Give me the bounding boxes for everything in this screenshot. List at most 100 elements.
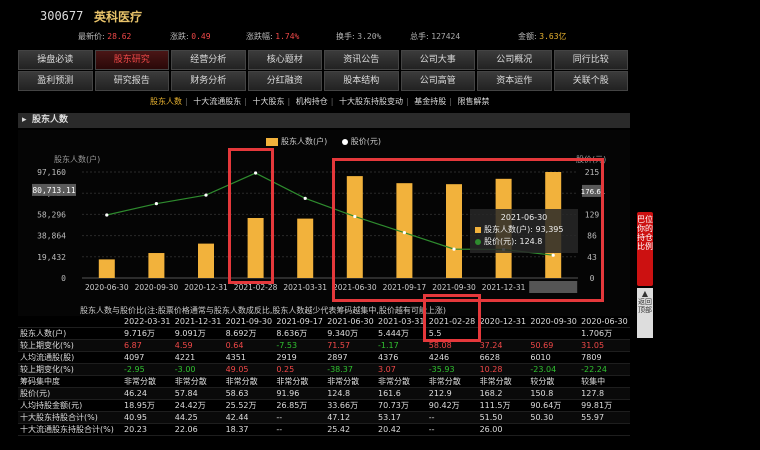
table-row: 人均持股金额(元) 18.95万 24.42万 25.52万 26.85万 33.66万 7… [18, 399, 630, 412]
table-cell: 3.07 [375, 363, 427, 376]
table-cell: 9.340万 [325, 327, 376, 340]
subnav-jigou[interactable]: 机构持仓 [296, 97, 328, 106]
table-cell: -23.04 [528, 363, 580, 376]
sub-nav: 股东人数 | 十大流通股东 | 十大股东 | 机构持仓 | 十大股东持股变动 | 基金持股… [150, 97, 490, 106]
table-cell: 4376 [375, 351, 427, 364]
subnav-gudong-renshu[interactable]: 股东人数 [150, 97, 182, 106]
tab-guanlian[interactable]: 关联个股 [553, 71, 628, 91]
table-cell: -35.93 [426, 363, 478, 376]
tab-jingying[interactable]: 经营分析 [171, 50, 246, 70]
table-cell: 1.706万 [579, 327, 630, 340]
tab-tonghang[interactable]: 同行比较 [553, 50, 628, 70]
row-label: 较上期变化(%) [18, 339, 122, 352]
table-cell: -- [426, 423, 478, 436]
table-cell: 150.8 [528, 387, 580, 400]
turnover-amount: 金额: 3.63亿 [518, 32, 567, 41]
table-header-row: 2022-03-31 2021-12-31 2021-09-30 2021-09-17… [18, 316, 630, 328]
row-label: 十大股东持股合计(%) [18, 411, 122, 424]
table-cell: 161.6 [375, 387, 427, 400]
table-cell: 51.50 [477, 411, 529, 424]
table-cell: 90.42万 [426, 399, 478, 412]
tab-gaikuang[interactable]: 公司概况 [477, 50, 552, 70]
table-row: 人均流通股(股) 4097 4221 4351 2919 2897 4376 4246 6628… [18, 351, 630, 364]
tab-dashi[interactable]: 公司大事 [400, 50, 475, 70]
subnav-shida[interactable]: 十大股东 [253, 97, 285, 106]
table-header-date: 2021-09-17 [274, 316, 326, 328]
table-cell [528, 327, 580, 340]
table-cell: 31.05 [579, 339, 630, 352]
price-change: 涨跌: 0.49 [170, 32, 211, 41]
table-cell: 33.66万 [325, 399, 376, 412]
subnav-xianshou[interactable]: 限售解禁 [458, 97, 490, 106]
tab-yanjiu[interactable]: 研究报告 [94, 71, 169, 91]
shareholder-bar [148, 253, 165, 278]
quote-bar: 300677 英科医疗 最新价: 28.62 涨跌: 0.49 涨跌幅: 1.7… [18, 4, 630, 44]
table-cell: 26.00 [477, 423, 529, 436]
table-cell: -3.00 [172, 363, 224, 376]
table-cell: 6628 [477, 351, 529, 364]
table-cell: 4351 [223, 351, 275, 364]
subnav-jijin[interactable]: 基金持股 [414, 97, 446, 106]
tab-ziben[interactable]: 资本运作 [477, 71, 552, 91]
tab-zixun[interactable]: 资讯公告 [324, 50, 399, 70]
table-cell: 20.42 [375, 423, 427, 436]
table-cell: 0.25 [274, 363, 326, 376]
table-cell: -- [274, 411, 326, 424]
tab-hexin[interactable]: 核心题材 [247, 50, 322, 70]
table-cell: 2897 [325, 351, 376, 364]
tab-caiwu[interactable]: 财务分析 [171, 71, 246, 91]
tab-fenhong[interactable]: 分红融资 [247, 71, 322, 91]
table-cell: 4097 [122, 351, 173, 364]
row-label: 较上期变化(%) [18, 363, 122, 376]
table-cell: 124.8 [325, 387, 376, 400]
table-row: 较上期变化(%) -2.95 -3.00 49.05 0.25 -38.37 3.07 -35… [18, 363, 630, 376]
table-cell: 7809 [579, 351, 630, 364]
table-cell: 4246 [426, 351, 478, 364]
tab-gudong[interactable]: 股东研究 [94, 50, 169, 70]
table-cell: 18.37 [223, 423, 275, 436]
table-cell: 8.692万 [223, 327, 275, 340]
table-cell: 90.64万 [528, 399, 580, 412]
tab-guben[interactable]: 股本结构 [324, 71, 399, 91]
highlight-box-table-cell [423, 294, 481, 342]
table-header-date: 2022-03-31 [122, 316, 173, 328]
table-cell: 较集中 [579, 375, 630, 388]
table-cell: -7.53 [274, 339, 326, 352]
back-to-top-button[interactable]: ▲ 返回顶部 [637, 288, 653, 338]
table-cell: 9.091万 [172, 327, 224, 340]
table-cell: -1.17 [375, 339, 427, 352]
highlight-box-recent-periods [332, 158, 604, 302]
table-header-date: 2021-03-31 [375, 316, 427, 328]
row-label: 人均流通股(股) [18, 351, 122, 364]
table-header-date: 2021-06-30 [325, 316, 376, 328]
table-row: 较上期变化(%) 6.87 4.59 0.64 -7.53 71.57 -1.17 58.08… [18, 339, 630, 352]
tab-yingli[interactable]: 盈利预测 [18, 71, 93, 91]
y-left-tick-label: 97,160 [37, 168, 66, 177]
table-cell: 6.87 [122, 339, 173, 352]
x-tick-label: 2021-02-28 [234, 283, 278, 292]
table-row: 筹码集中度 非常分散 非常分散 非常分散 非常分散 非常分散 非常分散 非常分散 非常分散 较分散… [18, 375, 630, 388]
table-cell: 8.636万 [274, 327, 326, 340]
subnav-biandong[interactable]: 十大股东持股变动 [339, 97, 403, 106]
total-volume: 总手: 127424 [410, 32, 461, 41]
y-left-tick-label: 38,864 [37, 232, 66, 241]
table-row: 十大流通股东持股合计(%) 20.23 22.06 18.37 -- 25.42 20.42… [18, 423, 630, 436]
table-cell: -38.37 [325, 363, 376, 376]
row-label: 十大流通股东持股合计(%) [18, 423, 122, 436]
y-left-axis-label: 股东人数(户) [54, 154, 100, 164]
table-cell: 127.8 [579, 387, 630, 400]
table-header-date: 2021-09-30 [223, 316, 275, 328]
table-cell: 55.97 [579, 411, 630, 424]
y-left-tick-label: 58,296 [37, 210, 66, 219]
table-cell: 25.42 [325, 423, 376, 436]
latest-price: 最新价: 28.62 [78, 32, 132, 41]
shareholder-bar [297, 218, 314, 278]
table-header-date: 2021-12-31 [172, 316, 224, 328]
tab-gaoguan[interactable]: 公司高管 [400, 71, 475, 91]
subnav-liutong[interactable]: 十大流通股东 [193, 97, 241, 106]
side-ad-button[interactable]: 巴位你的持仓比例 [637, 212, 653, 286]
arrow-up-icon: ▲ [641, 289, 649, 298]
row-label: 股东人数(户) [18, 327, 122, 340]
tab-caopan[interactable]: 操盘必读 [18, 50, 93, 70]
nav-row-2: 盈利预测 研究报告 财务分析 分红融资 股本结构 公司高管 资本运作 关联个股 [18, 71, 630, 91]
